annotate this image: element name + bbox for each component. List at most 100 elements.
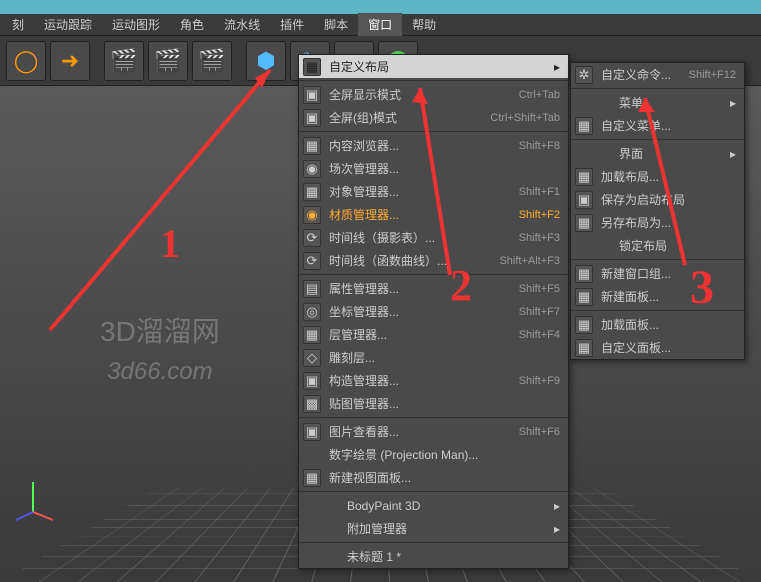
menuitem-附加管理器[interactable]: 附加管理器▸: [299, 517, 568, 540]
menu-shortcut: Shift+F5: [519, 283, 560, 295]
menuitem-场次管理器[interactable]: ◉场次管理器...: [299, 157, 568, 180]
menu-插件[interactable]: 插件: [270, 13, 314, 36]
menu-label: 未标题 1 *: [347, 548, 560, 565]
menuitem-层管理器[interactable]: ▦层管理器...Shift+F4: [299, 323, 568, 346]
menuitem-坐标管理器[interactable]: ◎坐标管理器...Shift+F7: [299, 300, 568, 323]
menuitem-保存为启动布局[interactable]: ▣保存为启动布局: [571, 188, 744, 211]
menu-label: 属性管理器...: [329, 280, 519, 297]
menu-窗口[interactable]: 窗口: [358, 13, 402, 36]
menu-icon: ▣: [303, 109, 321, 127]
watermark-line2: 3d66.com: [100, 358, 220, 386]
menuitem-数字绘景ProjectionMan[interactable]: 数字绘景 (Projection Man)...: [299, 443, 568, 466]
menuitem-新建面板[interactable]: ▦ 新建面板...: [571, 285, 744, 308]
separator: [299, 80, 568, 81]
menu-label: 另存布局为...: [601, 214, 736, 231]
menu-icon: ◇: [303, 349, 321, 367]
menu-icon: ▦: [303, 469, 321, 487]
menu-shortcut: Shift+F1: [519, 186, 560, 198]
menu-shortcut: Ctrl+Shift+Tab: [490, 112, 560, 124]
menuitem-另存布局为[interactable]: ▦另存布局为...: [571, 211, 744, 234]
menuitem-BodyPaint3D[interactable]: BodyPaint 3D▸: [299, 494, 568, 517]
menuitem-自定义命令[interactable]: ✲自定义命令...Shift+F12: [571, 63, 744, 86]
watermark-line1: 3D溜溜网: [100, 310, 220, 350]
menuitem-新建视图面板[interactable]: ▦ 新建视图面板...: [299, 466, 568, 489]
menu-icon: ⟳: [303, 252, 321, 270]
menuitem-构造管理器[interactable]: ▣构造管理器...Shift+F9: [299, 369, 568, 392]
menu-icon: ▦: [575, 316, 593, 334]
menu-脚本[interactable]: 脚本: [314, 13, 358, 36]
menuitem-自定义面板[interactable]: ▦自定义面板...: [571, 336, 744, 359]
menu-shortcut: Shift+F2: [519, 209, 560, 221]
separator: [571, 88, 744, 89]
menuitem-贴图管理器[interactable]: ▩贴图管理器...: [299, 392, 568, 415]
menu-label: 自定义布局: [329, 58, 550, 75]
menu-icon: [321, 497, 339, 515]
menu-shortcut: Ctrl+Tab: [519, 89, 560, 101]
menu-label: 自定义面板...: [601, 339, 736, 356]
menuitem-新建窗口组[interactable]: ▦新建窗口组...: [571, 262, 744, 285]
menu-icon: ▦: [303, 183, 321, 201]
menu-label: 全屏显示模式: [329, 86, 519, 103]
menuitem-时间线函数曲线[interactable]: ⟳时间线（函数曲线）...Shift+Alt+F3: [299, 249, 568, 272]
menuitem-内容浏览器[interactable]: ▦内容浏览器...Shift+F8: [299, 134, 568, 157]
tool-arrow[interactable]: ➜: [50, 41, 90, 81]
menuitem-材质管理器[interactable]: ◉ 材质管理器...Shift+F2: [299, 203, 568, 226]
menuitem-自定义菜单[interactable]: ▦自定义菜单...: [571, 114, 744, 137]
menu-icon: ▦: [303, 326, 321, 344]
menu-shortcut: Shift+Alt+F3: [499, 255, 560, 267]
menu-label: 新建面板...: [601, 288, 736, 305]
separator: [571, 310, 744, 311]
menu-icon: ▦: [575, 288, 593, 306]
menu-label: 加载布局...: [601, 168, 736, 185]
menu-icon: ▣: [303, 423, 321, 441]
menuitem-时间线摄影表[interactable]: ⟳时间线（摄影表）...Shift+F3: [299, 226, 568, 249]
menu-流水线[interactable]: 流水线: [214, 13, 270, 36]
menu-运动图形[interactable]: 运动图形: [102, 13, 170, 36]
menuitem-加载面板[interactable]: ▦加载面板...: [571, 313, 744, 336]
separator: [571, 259, 744, 260]
submenu-arrow-icon: ▸: [550, 522, 560, 536]
menu-label: 对象管理器...: [329, 183, 519, 200]
menuitem-雕刻层[interactable]: ◇雕刻层...: [299, 346, 568, 369]
watermark: 3D溜溜网 3d66.com: [100, 310, 220, 386]
menuitem-自定义布局[interactable]: ▦自定义布局▸: [299, 55, 568, 78]
menu-icon: [303, 446, 321, 464]
menu-角色[interactable]: 角色: [170, 13, 214, 36]
tool-cube[interactable]: ⬢: [246, 41, 286, 81]
menuitem-界面[interactable]: 界面▸: [571, 142, 744, 165]
window-menu: ▦自定义布局▸▣全屏显示模式Ctrl+Tab▣全屏(组)模式Ctrl+Shift…: [298, 54, 569, 569]
menuitem-锁定布局[interactable]: 锁定布局: [571, 234, 744, 257]
menu-icon: ▩: [303, 395, 321, 413]
menu-刻[interactable]: 刻: [2, 13, 34, 36]
menu-icon: ▦: [303, 58, 321, 76]
menuitem-加载布局[interactable]: ▦加载布局...: [571, 165, 744, 188]
separator: [299, 542, 568, 543]
menu-label: 材质管理器...: [329, 206, 519, 223]
menuitem-属性管理器[interactable]: ▤属性管理器...Shift+F5: [299, 277, 568, 300]
menu-icon: ✲: [575, 66, 593, 84]
menu-icon: [321, 548, 339, 566]
menuitem-未标题1*[interactable]: 未标题 1 *: [299, 545, 568, 568]
separator: [299, 131, 568, 132]
menuitem-菜单[interactable]: 菜单▸: [571, 91, 744, 114]
menuitem-对象管理器[interactable]: ▦ 对象管理器...Shift+F1: [299, 180, 568, 203]
menu-运动跟踪[interactable]: 运动跟踪: [34, 13, 102, 36]
menu-icon: ◉: [303, 206, 321, 224]
menu-icon: [593, 145, 611, 163]
tool-clapper2[interactable]: 🎬: [148, 41, 188, 81]
menu-帮助[interactable]: 帮助: [402, 13, 446, 36]
menuitem-图片查看器[interactable]: ▣图片查看器...Shift+F6: [299, 420, 568, 443]
menu-label: 保存为启动布局: [601, 191, 736, 208]
tool-clapper3[interactable]: 🎬: [192, 41, 232, 81]
menu-label: 新建视图面板...: [329, 469, 560, 486]
tool-clapper1[interactable]: 🎬: [104, 41, 144, 81]
menu-label: 菜单: [619, 94, 726, 111]
separator: [299, 274, 568, 275]
tool-circle[interactable]: ◯: [6, 41, 46, 81]
menu-label: 构造管理器...: [329, 372, 519, 389]
menu-icon: ▦: [303, 137, 321, 155]
menuitem-全屏显示模式[interactable]: ▣全屏显示模式Ctrl+Tab: [299, 83, 568, 106]
menu-shortcut: Shift+F3: [519, 232, 560, 244]
menu-icon: ▣: [303, 372, 321, 390]
menuitem-全屏组模式[interactable]: ▣全屏(组)模式Ctrl+Shift+Tab: [299, 106, 568, 129]
